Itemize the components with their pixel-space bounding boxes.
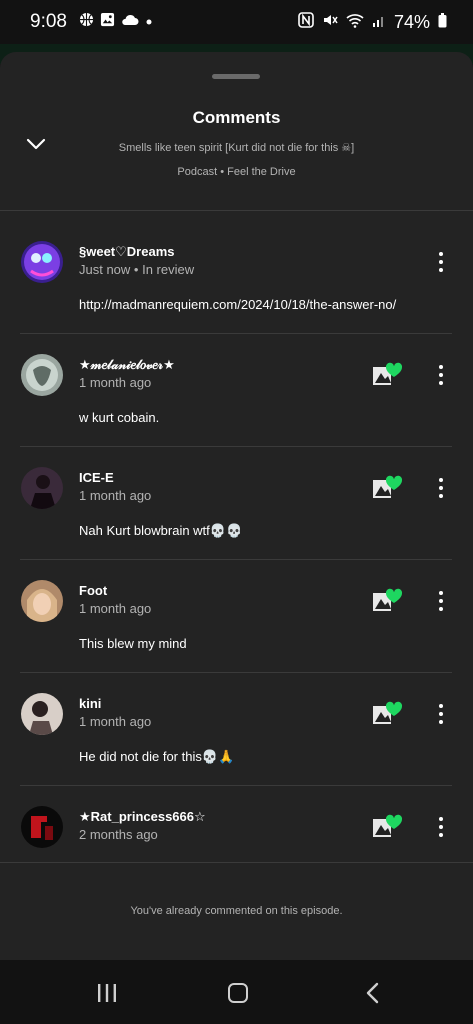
already-commented-note: You've already commented on this episode…	[130, 905, 343, 917]
comment-time: 1 month ago	[79, 375, 152, 390]
avatar[interactable]	[21, 580, 63, 622]
comment-author[interactable]: ★Rat_princess666☆	[79, 809, 206, 825]
creator-liked-heart-icon	[372, 471, 404, 499]
recents-icon[interactable]	[96, 984, 118, 1002]
avatar[interactable]	[21, 693, 63, 735]
avatar[interactable]	[21, 467, 63, 509]
back-icon[interactable]	[365, 982, 379, 1004]
comment-author[interactable]: Foot	[79, 583, 107, 598]
comment-item: ★𝓂𝑒𝓁𝒶𝓃𝒾𝑒𝓁𝑜𝓋𝑒𝓇★ 1 month ago w kurt cobain…	[20, 354, 452, 425]
more-options-button[interactable]	[434, 702, 448, 726]
notification-dot-icon	[145, 13, 153, 31]
more-options-button[interactable]	[434, 815, 448, 839]
more-options-button[interactable]	[434, 589, 448, 613]
mute-icon	[322, 12, 338, 33]
more-options-button[interactable]	[434, 476, 448, 500]
divider	[0, 210, 473, 211]
comment-item: §weet♡Dreams Just now • In review http:/…	[20, 241, 452, 312]
comment-text: Nah Kurt blowbrain wtf💀💀	[79, 523, 243, 538]
comment-item: ★Rat_princess666☆ 2 months ago	[20, 806, 452, 856]
comment-item: kini 1 month ago He did not die for this…	[20, 693, 452, 764]
comment-time: 1 month ago	[79, 601, 152, 616]
creator-liked-heart-icon	[372, 584, 404, 612]
avatar[interactable]	[21, 354, 63, 396]
comment-text: He did not die for this💀🙏	[79, 749, 235, 764]
comments-sheet: Comments Smells like teen spirit [Kurt d…	[0, 52, 473, 960]
avatar[interactable]	[21, 241, 63, 283]
comment-author[interactable]: §weet♡Dreams	[79, 244, 174, 260]
comment-text: w kurt cobain.	[79, 410, 160, 425]
comment-author[interactable]: kini	[79, 696, 101, 711]
comment-author[interactable]: ★𝓂𝑒𝓁𝒶𝓃𝒾𝑒𝓁𝑜𝓋𝑒𝓇★	[79, 357, 175, 373]
comment-text: http://madmanrequiem.com/2024/10/18/the-…	[79, 297, 397, 312]
comment-time: 1 month ago	[79, 714, 152, 729]
episode-title: Smells like teen spirit [Kurt did not di…	[118, 142, 355, 154]
comment-item: ICE-E 1 month ago Nah Kurt blowbrain wtf…	[20, 467, 452, 538]
system-nav-bar	[0, 960, 473, 1024]
comment-author[interactable]: ICE-E	[79, 470, 114, 485]
divider	[20, 785, 452, 786]
divider	[20, 333, 452, 334]
comment-time: 1 month ago	[79, 488, 152, 503]
sheet-title: Comments	[192, 108, 281, 127]
divider	[20, 559, 452, 560]
battery-icon	[438, 12, 447, 33]
more-options-button[interactable]	[434, 250, 448, 274]
status-time: 9:08	[30, 11, 67, 32]
creator-liked-heart-icon	[372, 697, 404, 725]
divider	[20, 672, 452, 673]
cloud-icon	[121, 13, 139, 31]
basketball-icon	[79, 12, 94, 32]
drag-handle[interactable]	[212, 74, 260, 79]
wifi-icon	[346, 12, 364, 33]
creator-liked-heart-icon	[372, 358, 404, 386]
comment-item: Foot 1 month ago This blew my mind	[20, 580, 452, 651]
battery-percentage: 74%	[393, 11, 430, 32]
home-icon[interactable]	[228, 983, 248, 1003]
divider	[20, 446, 452, 447]
gallery-icon	[100, 12, 115, 32]
avatar[interactable]	[21, 806, 63, 848]
episode-meta: Podcast • Feel the Drive	[177, 166, 296, 178]
nfc-icon	[298, 11, 314, 33]
comment-text: This blew my mind	[79, 636, 187, 651]
signal-icon	[372, 12, 386, 33]
divider	[0, 862, 473, 863]
creator-liked-heart-icon	[372, 810, 404, 838]
more-options-button[interactable]	[434, 363, 448, 387]
comment-time: 2 months ago	[79, 827, 158, 842]
status-bar: 9:08 74%	[0, 0, 473, 44]
comment-time: Just now • In review	[79, 262, 195, 277]
